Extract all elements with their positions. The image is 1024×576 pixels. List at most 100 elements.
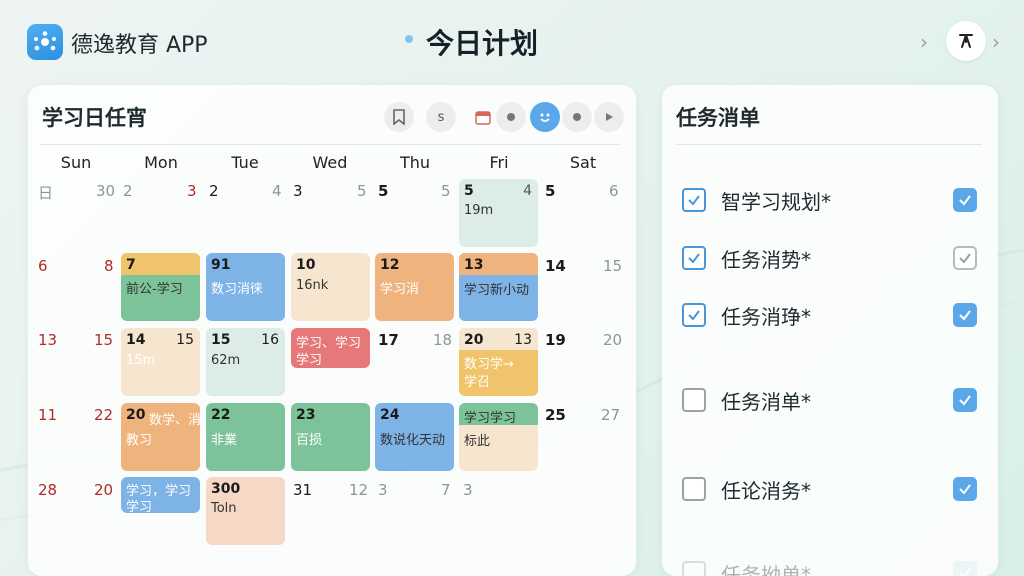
task-checkbox[interactable]: [682, 246, 706, 270]
toolbar-s-button[interactable]: s: [426, 102, 456, 132]
calendar-panel: 学习日任宵 s Sun Mon Tue Wed Thu Fri Sat 日 30…: [28, 85, 636, 576]
event-label: 前公-学习: [126, 282, 183, 297]
dot-icon[interactable]: [496, 102, 526, 132]
event-label: 百损: [296, 433, 323, 448]
weekday-thu: Thu: [399, 153, 431, 172]
calendar-event[interactable]: 10 16nk: [291, 253, 370, 321]
day-number: 31: [293, 481, 313, 499]
day-number: 16: [261, 332, 279, 348]
task-checkbox[interactable]: [682, 477, 706, 501]
day-number: 20: [603, 331, 623, 349]
calendar-event[interactable]: 学习学习 标此: [459, 403, 538, 471]
task-status-check-icon[interactable]: [953, 303, 977, 327]
task-checkbox[interactable]: [682, 388, 706, 412]
task-status-check-icon[interactable]: [953, 561, 977, 576]
day-number: 300: [211, 481, 241, 497]
calendar-icon[interactable]: [468, 102, 498, 132]
day-number: 15: [176, 332, 194, 348]
calendar-event[interactable]: 22 非業: [206, 403, 285, 471]
day-number: 3: [463, 481, 473, 499]
calendar-event[interactable]: 20 数学、消 教习: [121, 403, 200, 471]
app-name: 德逸教育 APP: [71, 33, 208, 58]
day-number: 19: [545, 331, 566, 349]
calendar-event[interactable]: 23 百损: [291, 403, 370, 471]
event-label: 学召: [464, 375, 491, 390]
day-number: 17: [378, 331, 399, 349]
day-number: 13: [464, 257, 484, 273]
task-item[interactable]: 智学习规划*: [662, 182, 998, 222]
day-number: 5: [464, 183, 474, 199]
event-label: 教习: [126, 433, 153, 448]
play-icon[interactable]: [594, 102, 624, 132]
day-number: 22: [211, 407, 231, 423]
calendar-event[interactable]: 20 13 数习学→ 学召: [459, 328, 538, 396]
user-icon[interactable]: [946, 21, 986, 61]
weekday-mon: Mon: [144, 153, 178, 172]
day-number: 15: [603, 257, 623, 275]
day-number: 6: [38, 257, 48, 275]
task-item[interactable]: 任务拗单*: [662, 555, 998, 576]
day-number: 5: [378, 182, 389, 200]
event-label: 学习学习: [464, 411, 517, 426]
day-number: 91: [211, 257, 231, 273]
task-status-check-icon[interactable]: [953, 388, 977, 412]
day-number: 10: [296, 257, 316, 273]
day-number: 12: [349, 481, 369, 499]
task-checkbox[interactable]: [682, 188, 706, 212]
weekday-tue: Tue: [231, 153, 259, 172]
smiley-icon[interactable]: [530, 102, 560, 132]
calendar-event[interactable]: 学习、学习 学习: [291, 328, 370, 368]
day-number: 12: [380, 257, 400, 273]
chevron-left-icon[interactable]: ›: [920, 30, 928, 54]
task-label: 任务消琤*: [721, 305, 811, 329]
dot-icon[interactable]: [562, 102, 592, 132]
task-checkbox[interactable]: [682, 303, 706, 327]
calendar-event[interactable]: 12 学习消: [375, 253, 454, 321]
day-number: 7: [441, 481, 451, 499]
task-status-check-icon[interactable]: [953, 477, 977, 501]
day-number: 8: [104, 257, 114, 275]
day-number: 7: [126, 257, 136, 273]
event-label: 62m: [211, 353, 241, 368]
day-number: 20: [126, 407, 146, 423]
day-number: 14: [126, 332, 146, 348]
task-item[interactable]: 任务消势*: [662, 240, 998, 280]
task-checkbox[interactable]: [682, 561, 706, 576]
event-label: 学习新小动: [464, 283, 530, 298]
chevron-right-icon[interactable]: ›: [992, 30, 1000, 54]
calendar-event[interactable]: 24 数说化天动: [375, 403, 454, 471]
day-number: 13: [38, 331, 58, 349]
calendar-event[interactable]: 14 15 15m: [121, 328, 200, 396]
event-label: 学习: [296, 353, 323, 368]
calendar-event[interactable]: 7 前公-学习: [121, 253, 200, 321]
title-dot-icon: [405, 35, 413, 43]
day-number: 18: [433, 331, 453, 349]
task-item[interactable]: 任务消单*: [662, 382, 998, 422]
weekday-sat: Sat: [569, 153, 597, 172]
calendar-event[interactable]: 13 学习新小动: [459, 253, 538, 321]
calendar-divider: [40, 144, 620, 145]
task-item[interactable]: 任论消务*: [662, 471, 998, 511]
day-number: 15: [94, 331, 114, 349]
logo-icon: [27, 24, 63, 60]
calendar-event[interactable]: 300 Toln: [206, 477, 285, 545]
event-label: 数学、消: [149, 413, 200, 428]
calendar-event[interactable]: 15 16 62m: [206, 328, 285, 396]
bookmark-icon[interactable]: [384, 102, 414, 132]
task-status-check-icon[interactable]: [953, 246, 977, 270]
calendar-event[interactable]: 91 数习消徕: [206, 253, 285, 321]
calendar-event[interactable]: 学习，学习 学习: [121, 477, 200, 513]
task-status-check-icon[interactable]: [953, 188, 977, 212]
day-number: 5: [545, 182, 556, 200]
task-label: 任务消单*: [721, 390, 811, 414]
day-number: 4: [523, 183, 532, 199]
day-number: 5: [357, 182, 367, 200]
calendar-event[interactable]: 5 4 19m: [459, 179, 538, 247]
day-number: 22: [94, 406, 114, 424]
task-item[interactable]: 任务消琤*: [662, 297, 998, 337]
weekday-fri: Fri: [489, 153, 509, 172]
app-header: 德逸教育 APP 今日计划 › ›: [0, 0, 1024, 84]
event-label: 15m: [126, 353, 156, 368]
weekday-wed: Wed: [312, 153, 348, 172]
task-label: 任论消务*: [721, 479, 811, 503]
